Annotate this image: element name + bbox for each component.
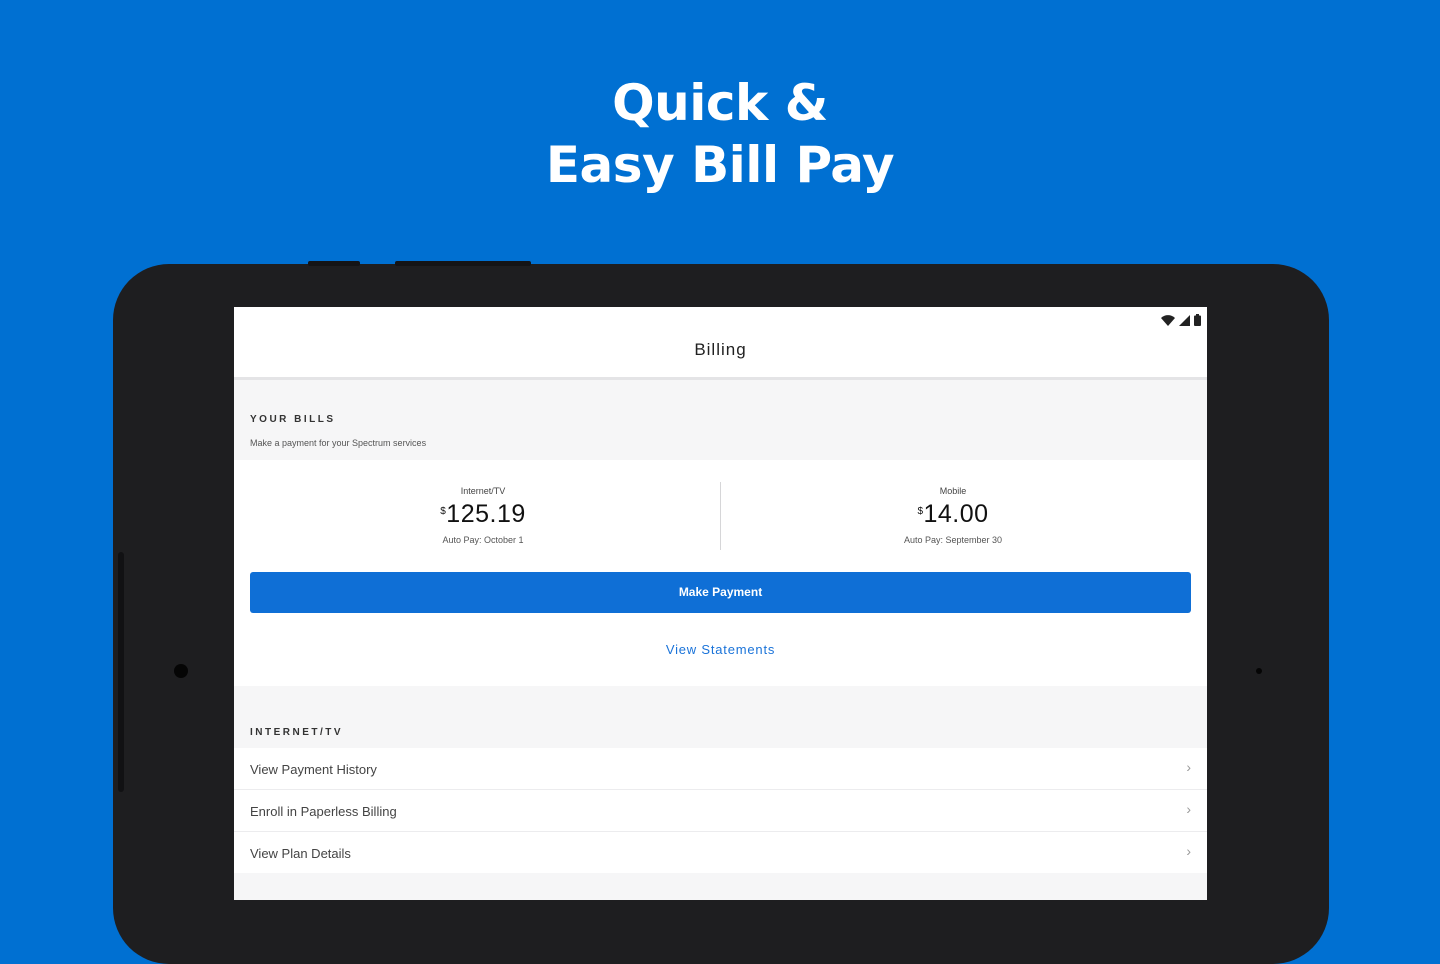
internet-tv-list: View Payment History › Enroll in Paperle… [234,748,1207,873]
list-item-label: View Payment History [250,762,377,777]
battery-icon [1194,314,1201,326]
chevron-right-icon: › [1186,843,1191,859]
status-bar [1161,313,1201,327]
bill-mobile[interactable]: Mobile $14.00 Auto Pay: September 30 [710,460,1196,545]
make-payment-button[interactable]: Make Payment [250,572,1191,613]
app-bar: Billing [234,307,1207,380]
list-item-label: Enroll in Paperless Billing [250,804,397,819]
bill-amount-value: 125.19 [446,500,526,528]
list-item-enroll-paperless-billing[interactable]: Enroll in Paperless Billing › [234,790,1207,832]
view-statements-link[interactable]: View Statements [234,642,1207,657]
chevron-right-icon: › [1186,759,1191,775]
wifi-icon [1161,314,1175,326]
currency-symbol: $ [917,506,924,517]
currency-symbol: $ [440,506,447,517]
internet-tv-heading: INTERNET/TV [250,727,344,738]
bill-autopay: Auto Pay: October 1 [442,535,524,545]
app-screen: Billing YOUR BILLS Make a payment for yo… [234,307,1207,900]
side-button [118,552,124,792]
page-title: Billing [694,340,747,359]
bill-autopay: Auto Pay: September 30 [903,535,1003,545]
bill-amount-value: 14.00 [923,500,989,528]
power-button [395,261,531,266]
volume-button [308,261,360,266]
list-item-label: View Plan Details [250,846,351,861]
bill-amount: $125.19 [240,500,726,529]
bill-internet-tv[interactable]: Internet/TV $125.19 Auto Pay: October 1 [240,460,726,545]
your-bills-heading: YOUR BILLS [250,414,336,425]
chevron-right-icon: › [1186,801,1191,817]
bills-card: Internet/TV $125.19 Auto Pay: October 1 … [234,460,1207,686]
bill-label: Mobile [939,486,967,496]
hero-title: Quick & Easy Bill Pay [0,72,1440,196]
hero-title-line-1: Quick & [612,74,828,132]
your-bills-subtitle: Make a payment for your Spectrum service… [250,438,427,448]
list-item-view-plan-details[interactable]: View Plan Details › [234,832,1207,873]
bill-label: Internet/TV [460,486,506,496]
hero-title-line-2: Easy Bill Pay [545,136,895,194]
front-camera [174,664,188,678]
signal-icon [1179,314,1190,326]
bill-amount: $14.00 [710,500,1196,529]
proximity-sensor [1256,668,1262,674]
list-item-view-payment-history[interactable]: View Payment History › [234,748,1207,790]
